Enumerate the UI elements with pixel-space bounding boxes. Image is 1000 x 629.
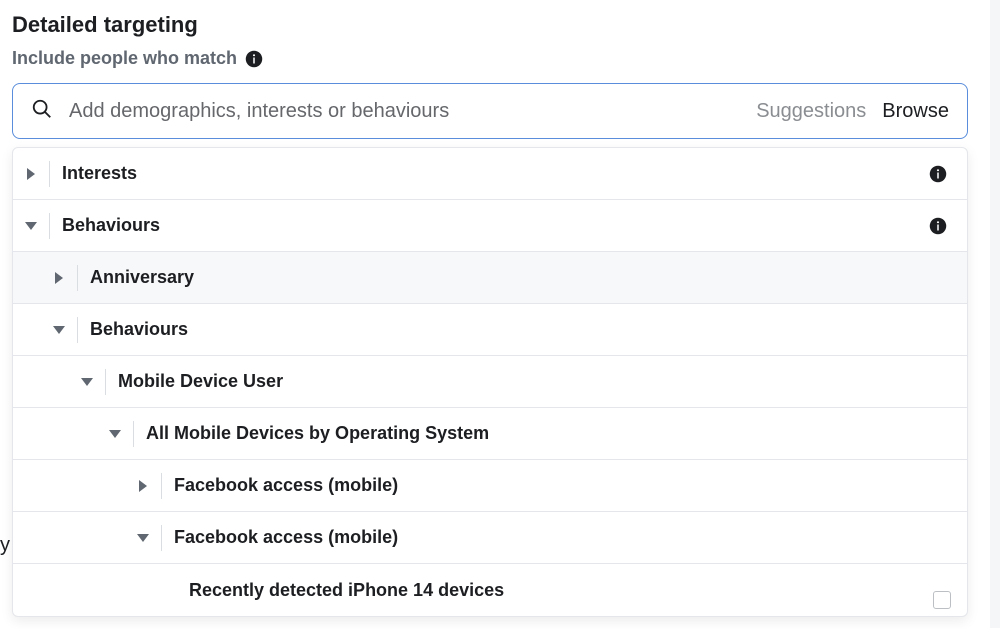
suggestions-button[interactable]: Suggestions (756, 100, 866, 123)
caret-right-icon[interactable] (13, 168, 49, 180)
divider (105, 369, 106, 395)
tree-label-all-mobile-os: All Mobile Devices by Operating System (146, 423, 489, 444)
caret-down-icon[interactable] (13, 222, 49, 230)
truncated-text-fragment: y (0, 534, 10, 557)
search-icon (31, 98, 53, 125)
caret-down-icon[interactable] (41, 326, 77, 334)
caret-down-icon[interactable] (97, 430, 133, 438)
tree-row-fb-access-mobile-2[interactable]: Facebook access (mobile) (13, 512, 967, 564)
tree-label-fb-access-1: Facebook access (mobile) (174, 475, 398, 496)
divider (133, 421, 134, 447)
info-icon[interactable] (929, 217, 947, 235)
divider (161, 525, 162, 551)
tree-row-iphone14[interactable]: Recently detected iPhone 14 devices (13, 564, 967, 616)
subtitle-text: Include people who match (12, 48, 237, 69)
tree-label-mobile-device-user: Mobile Device User (118, 371, 283, 392)
tree-row-mobile-device-user[interactable]: Mobile Device User (13, 356, 967, 408)
section-title: Detailed targeting (12, 12, 968, 38)
tree-label-fb-access-2: Facebook access (mobile) (174, 527, 398, 548)
tree-label-anniversary: Anniversary (90, 267, 194, 288)
info-icon[interactable] (245, 50, 263, 68)
tree-row-behaviours[interactable]: Behaviours (13, 200, 967, 252)
divider (77, 265, 78, 291)
tree-label-iphone14: Recently detected iPhone 14 devices (189, 580, 504, 601)
checkbox-iphone14[interactable] (933, 591, 951, 609)
detailed-targeting-panel: Detailed targeting Include people who ma… (0, 0, 980, 629)
browse-button[interactable]: Browse (882, 100, 949, 123)
caret-right-icon[interactable] (41, 272, 77, 284)
tree-row-behaviours-nested[interactable]: Behaviours (13, 304, 967, 356)
divider (161, 473, 162, 499)
divider (77, 317, 78, 343)
divider (49, 161, 50, 187)
tree-row-anniversary[interactable]: Anniversary (13, 252, 967, 304)
caret-down-icon[interactable] (69, 378, 105, 386)
caret-right-icon[interactable] (125, 480, 161, 492)
divider (49, 213, 50, 239)
caret-down-icon[interactable] (125, 534, 161, 542)
vertical-scrollbar[interactable] (990, 0, 1000, 628)
tree-row-fb-access-mobile-1[interactable]: Facebook access (mobile) (13, 460, 967, 512)
tree-label-behaviours-nested: Behaviours (90, 319, 188, 340)
info-icon[interactable] (929, 165, 947, 183)
targeting-tree-dropdown: Interests Behaviours Anniversary (12, 147, 968, 617)
tree-label-behaviours: Behaviours (62, 215, 160, 236)
subtitle-row: Include people who match (12, 48, 968, 69)
targeting-search-field[interactable]: Suggestions Browse (12, 83, 968, 139)
tree-label-interests: Interests (62, 163, 137, 184)
tree-row-all-mobile-os[interactable]: All Mobile Devices by Operating System (13, 408, 967, 460)
tree-row-interests[interactable]: Interests (13, 148, 967, 200)
search-input[interactable] (69, 100, 740, 123)
